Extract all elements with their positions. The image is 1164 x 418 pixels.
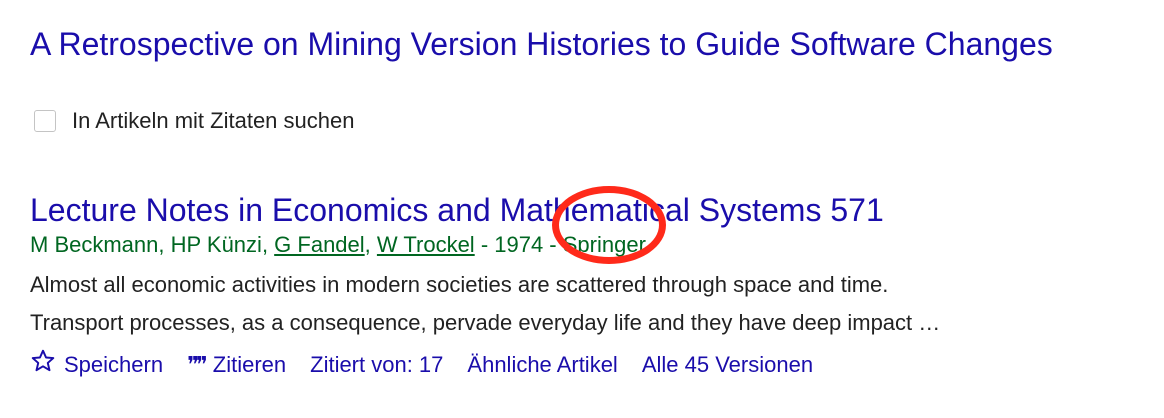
- scholar-results: A Retrospective on Mining Version Histor…: [30, 22, 1140, 377]
- quote-icon: ❞❞: [187, 352, 208, 377]
- search-result: Lecture Notes in Economics and Mathemati…: [30, 188, 1140, 382]
- all-versions-link[interactable]: Alle 45 Versionen: [642, 350, 813, 380]
- top-result-title-link[interactable]: A Retrospective on Mining Version Histor…: [30, 22, 1140, 66]
- publication-year: - 1974 -: [474, 232, 563, 257]
- save-button[interactable]: Speichern: [30, 348, 163, 382]
- author-link[interactable]: W Trockel: [377, 232, 475, 257]
- cite-button[interactable]: ❞❞ Zitieren: [187, 350, 286, 380]
- star-outline-icon: [30, 348, 56, 382]
- save-label: Speichern: [64, 352, 164, 377]
- cite-search-option[interactable]: In Artikeln mit Zitaten suchen: [34, 106, 354, 136]
- snippet-line: Transport processes, as a consequence, p…: [30, 310, 941, 335]
- result-title-link[interactable]: Lecture Notes in Economics and Mathemati…: [30, 188, 1140, 232]
- cite-search-label: In Artikeln mit Zitaten suchen: [72, 108, 355, 133]
- author-name: M Beckmann: [30, 232, 159, 257]
- result-snippet: Almost all economic activities in modern…: [30, 266, 1140, 342]
- author-link[interactable]: G Fandel: [274, 232, 365, 257]
- snippet-line: Almost all economic activities in modern…: [30, 272, 889, 297]
- cite-search-checkbox[interactable]: [34, 110, 56, 132]
- cited-by-link[interactable]: Zitiert von: 17: [310, 350, 443, 380]
- author-name: HP Künzi: [170, 232, 262, 257]
- related-articles-link[interactable]: Ähnliche Artikel: [467, 350, 617, 380]
- result-actions: Speichern ❞❞ Zitieren Zitiert von: 17 Äh…: [30, 348, 1140, 382]
- result-authors-line: M Beckmann, HP Künzi, G Fandel, W Trocke…: [30, 232, 646, 257]
- publisher-name: Springer: [562, 232, 646, 257]
- cite-label: Zitieren: [212, 352, 287, 377]
